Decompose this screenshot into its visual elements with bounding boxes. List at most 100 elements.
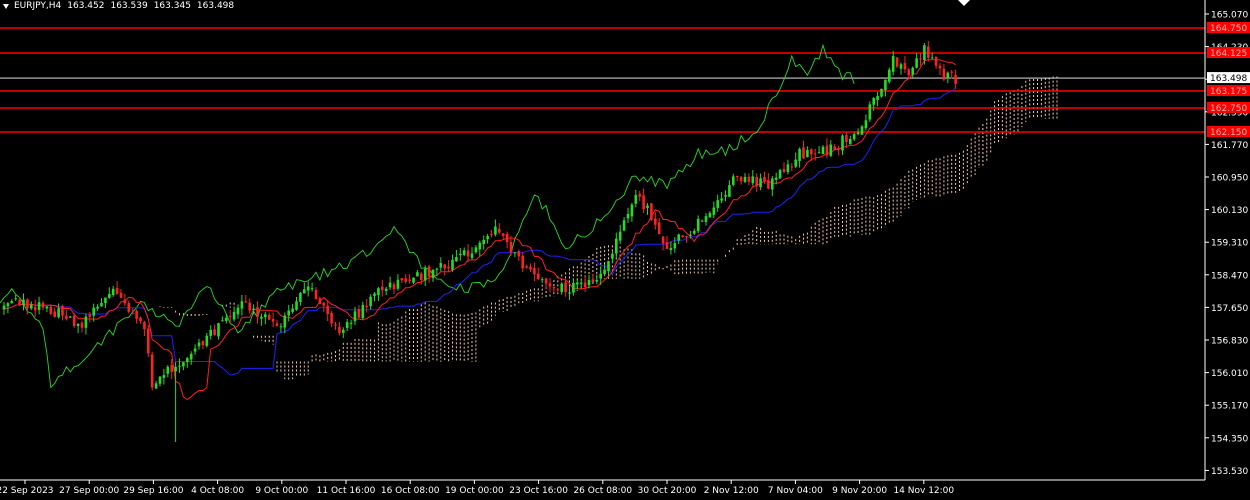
candle-body[interactable] bbox=[700, 220, 704, 222]
candle-body[interactable] bbox=[868, 104, 872, 120]
candle-body[interactable] bbox=[654, 218, 657, 225]
candle-body[interactable] bbox=[821, 146, 825, 155]
candle-body[interactable] bbox=[704, 216, 708, 222]
candle-body[interactable] bbox=[131, 312, 134, 314]
candle-body[interactable] bbox=[564, 282, 567, 293]
candle-body[interactable] bbox=[732, 176, 735, 185]
candle-body[interactable] bbox=[622, 220, 626, 231]
candle-body[interactable] bbox=[860, 126, 864, 135]
candle-body[interactable] bbox=[213, 329, 216, 335]
candle-body[interactable] bbox=[552, 286, 556, 288]
candle-body[interactable] bbox=[950, 71, 953, 73]
candle-body[interactable] bbox=[197, 342, 201, 347]
candle-body[interactable] bbox=[501, 233, 505, 236]
candle-body[interactable] bbox=[747, 176, 751, 182]
candle-body[interactable] bbox=[384, 288, 388, 292]
candle-body[interactable] bbox=[548, 283, 552, 287]
candle-body[interactable] bbox=[306, 286, 310, 291]
candle-body[interactable] bbox=[96, 306, 99, 309]
candle-body[interactable] bbox=[236, 307, 240, 315]
candle-body[interactable] bbox=[517, 251, 521, 257]
candle-body[interactable] bbox=[80, 322, 84, 328]
candle-body[interactable] bbox=[685, 236, 688, 238]
candle-body[interactable] bbox=[880, 88, 883, 97]
candle-body[interactable] bbox=[817, 152, 821, 154]
candle-body[interactable] bbox=[108, 294, 111, 298]
candle-body[interactable] bbox=[759, 178, 762, 188]
candle-body[interactable] bbox=[178, 365, 181, 367]
candle-body[interactable] bbox=[412, 277, 415, 283]
candle-body[interactable] bbox=[135, 310, 138, 319]
candle-body[interactable] bbox=[310, 288, 314, 290]
candle-body[interactable] bbox=[505, 233, 509, 243]
candle-body[interactable] bbox=[540, 279, 544, 281]
candle-body[interactable] bbox=[37, 302, 41, 310]
candle-body[interactable] bbox=[209, 329, 212, 336]
candle-body[interactable] bbox=[720, 198, 723, 201]
candle-body[interactable] bbox=[349, 322, 353, 324]
candle-body[interactable] bbox=[45, 306, 49, 309]
candle-body[interactable] bbox=[876, 95, 879, 101]
candle-body[interactable] bbox=[150, 354, 154, 388]
candle-body[interactable] bbox=[587, 280, 591, 286]
candle-body[interactable] bbox=[568, 292, 571, 294]
candle-body[interactable] bbox=[104, 297, 107, 304]
candle-body[interactable] bbox=[291, 308, 294, 312]
candle-body[interactable] bbox=[201, 341, 205, 346]
candle-body[interactable] bbox=[837, 148, 840, 150]
candle-body[interactable] bbox=[673, 242, 677, 249]
candle-body[interactable] bbox=[911, 67, 914, 75]
candle-body[interactable] bbox=[923, 45, 926, 61]
candle-body[interactable] bbox=[786, 164, 790, 172]
candle-body[interactable] bbox=[84, 316, 88, 328]
candle-body[interactable] bbox=[537, 273, 540, 280]
candle-body[interactable] bbox=[69, 316, 72, 318]
candle-body[interactable] bbox=[322, 302, 326, 306]
candle-body[interactable] bbox=[61, 306, 64, 316]
candle-body[interactable] bbox=[53, 311, 56, 317]
candle-body[interactable] bbox=[100, 302, 103, 307]
candle-body[interactable] bbox=[946, 72, 950, 79]
candle-body[interactable] bbox=[186, 358, 189, 363]
candle-body[interactable] bbox=[14, 298, 17, 300]
candle-body[interactable] bbox=[455, 257, 458, 262]
candle-body[interactable] bbox=[373, 293, 376, 296]
candle-body[interactable] bbox=[603, 269, 606, 275]
candle-body[interactable] bbox=[326, 305, 329, 314]
candle-body[interactable] bbox=[872, 98, 875, 105]
candle-body[interactable] bbox=[182, 362, 185, 367]
candle-body[interactable] bbox=[193, 348, 197, 352]
candle-body[interactable] bbox=[232, 311, 236, 320]
candle-body[interactable] bbox=[634, 194, 638, 204]
candle-body[interactable] bbox=[657, 222, 661, 235]
candle-body[interactable] bbox=[938, 65, 942, 69]
candle-body[interactable] bbox=[369, 296, 372, 307]
candle-body[interactable] bbox=[240, 301, 244, 309]
candle-body[interactable] bbox=[396, 279, 400, 289]
candle-body[interactable] bbox=[225, 317, 228, 321]
candle-body[interactable] bbox=[755, 176, 758, 187]
candle-body[interactable] bbox=[435, 268, 439, 270]
candle-body[interactable] bbox=[314, 289, 318, 300]
candle-body[interactable] bbox=[174, 366, 177, 372]
candle-body[interactable] bbox=[49, 306, 53, 314]
candle-body[interactable] bbox=[650, 203, 653, 220]
candle-body[interactable] bbox=[439, 263, 443, 268]
candle-body[interactable] bbox=[829, 144, 833, 156]
candle-body[interactable] bbox=[33, 306, 37, 311]
chart-root[interactable]: 165.070164.230163.410162.590161.770160.9… bbox=[0, 0, 1250, 500]
candle-body[interactable] bbox=[420, 273, 423, 281]
candle-body[interactable] bbox=[92, 307, 95, 316]
candle-body[interactable] bbox=[478, 242, 482, 250]
candle-body[interactable] bbox=[490, 234, 493, 236]
candle-body[interactable] bbox=[638, 193, 641, 197]
candle-body[interactable] bbox=[147, 328, 150, 354]
candle-body[interactable] bbox=[72, 315, 76, 327]
candle-body[interactable] bbox=[595, 279, 599, 282]
candle-body[interactable] bbox=[381, 286, 384, 291]
candle-body[interactable] bbox=[260, 316, 263, 319]
candle-body[interactable] bbox=[334, 324, 337, 326]
candle-body[interactable] bbox=[271, 319, 275, 322]
candle-body[interactable] bbox=[903, 63, 907, 70]
candle-body[interactable] bbox=[677, 234, 680, 241]
